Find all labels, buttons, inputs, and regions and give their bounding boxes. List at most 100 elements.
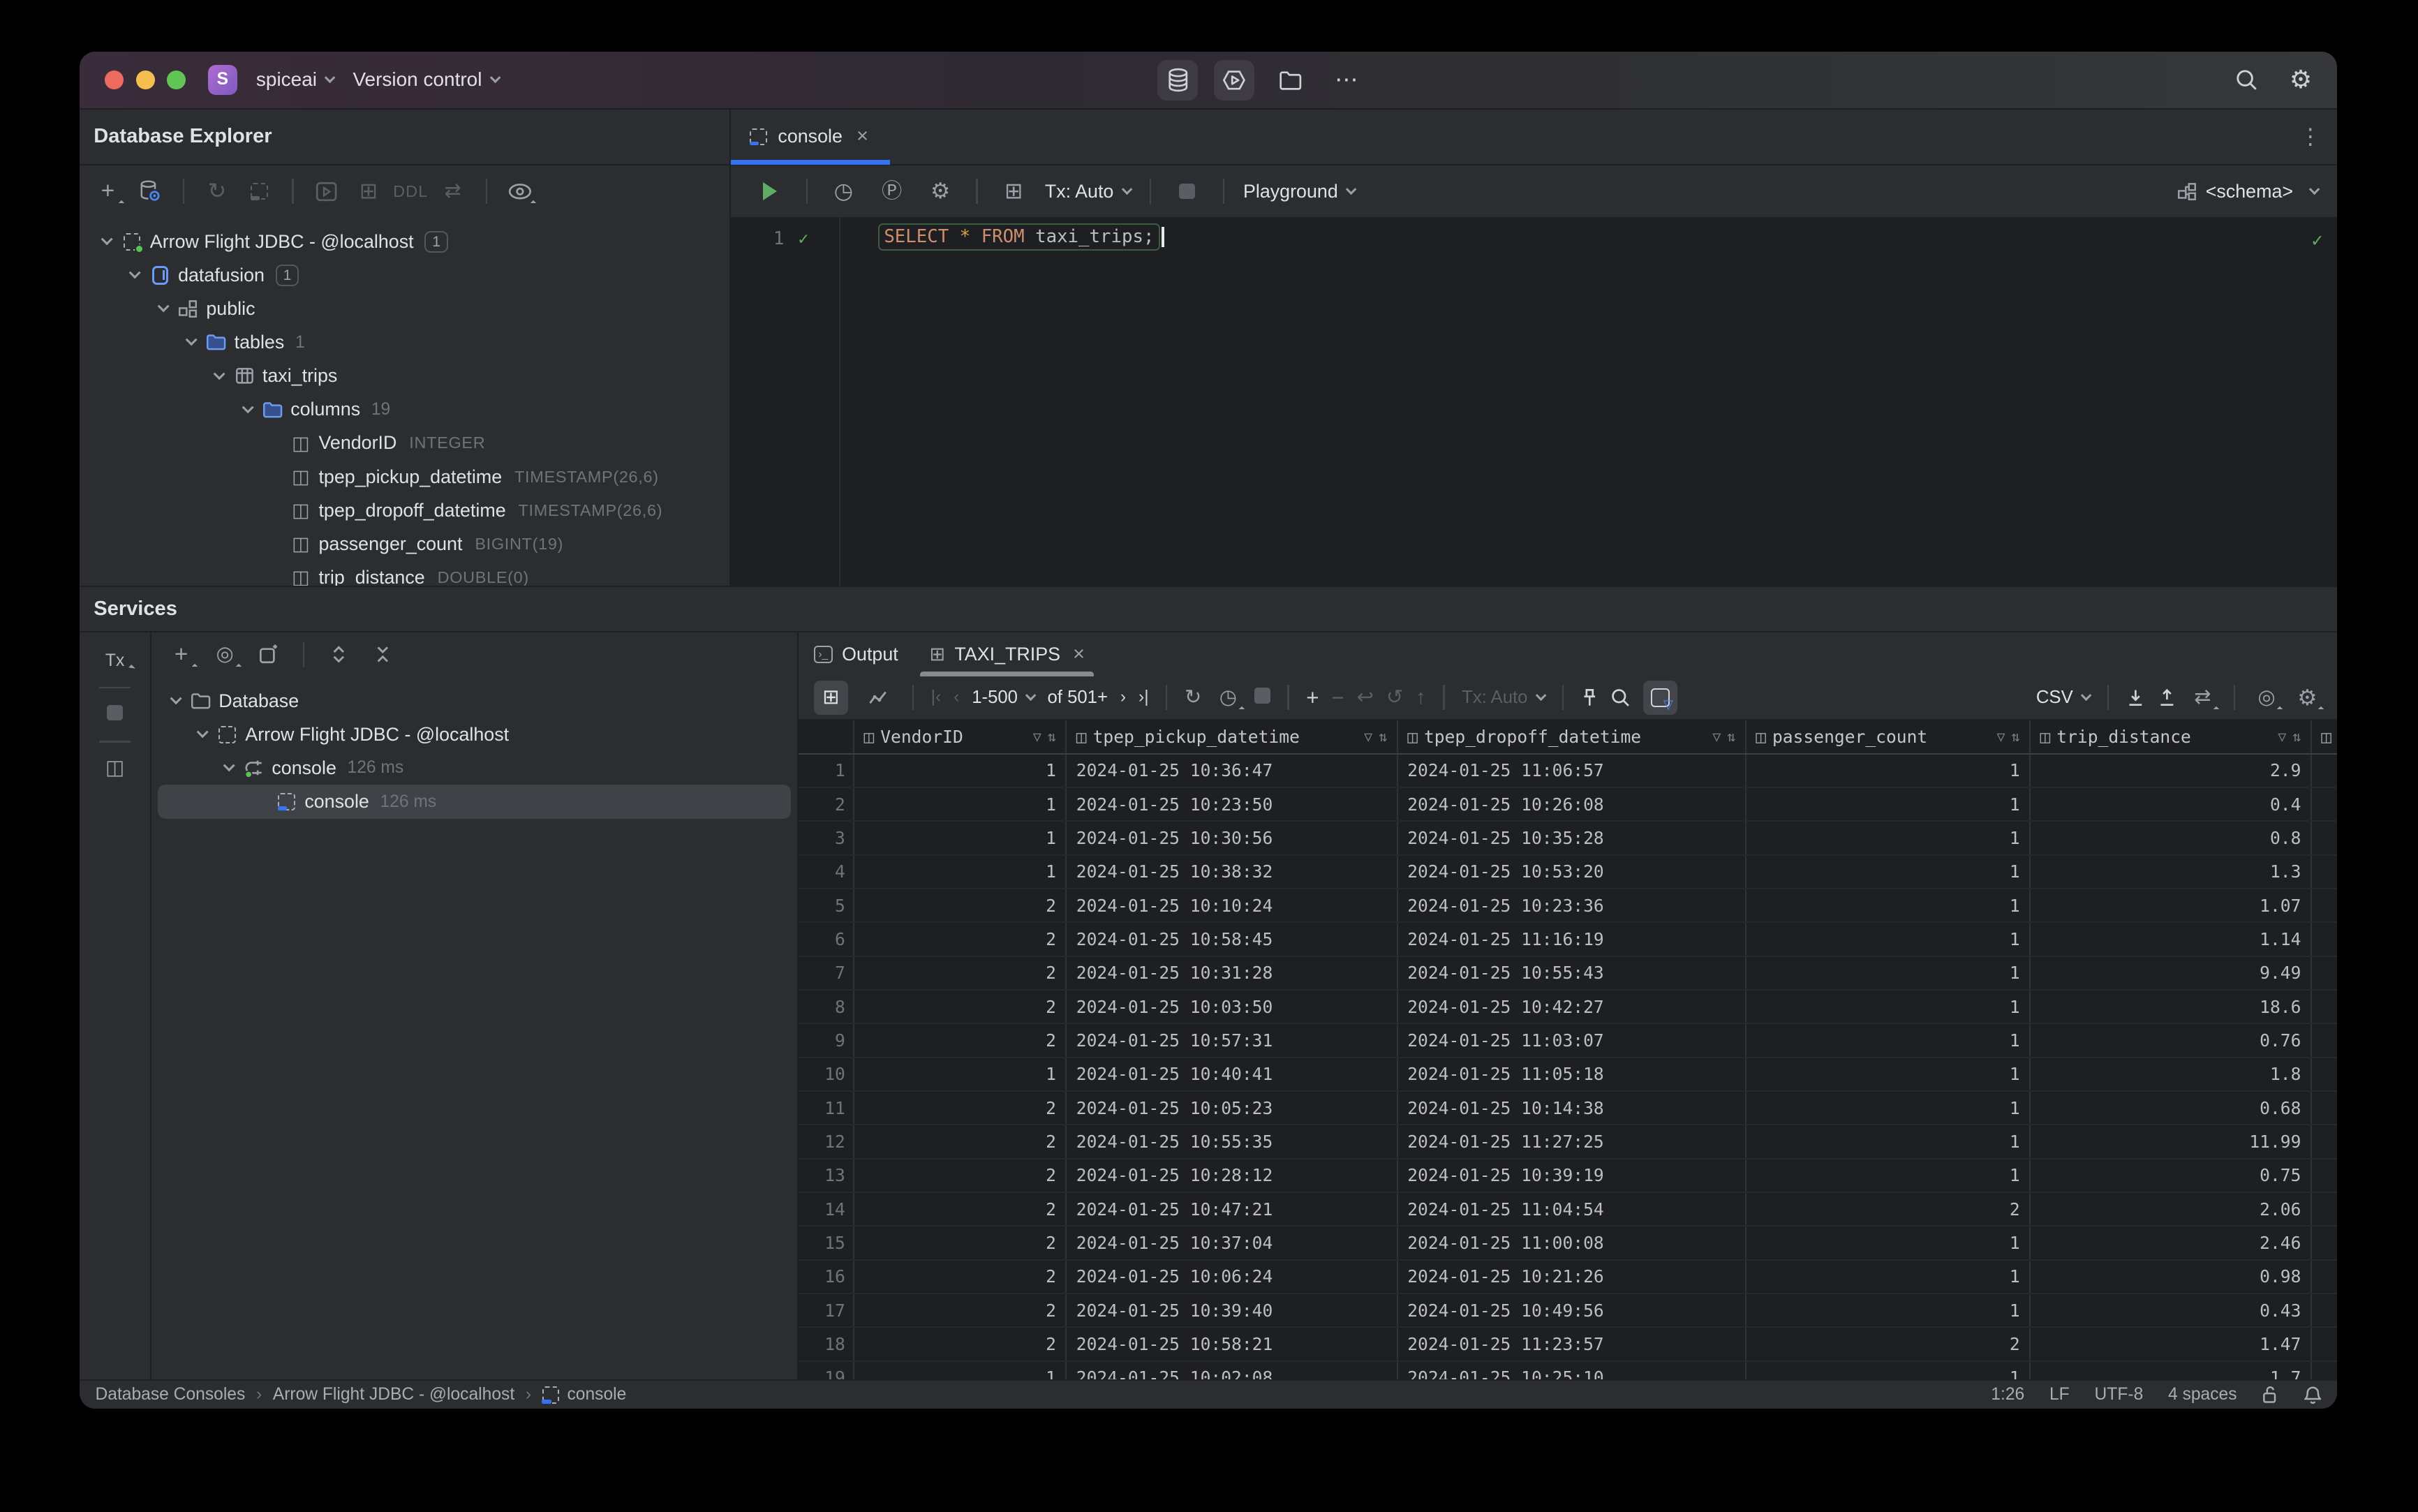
cell[interactable]: 2024-01-25 10:49:56 bbox=[1398, 1294, 1746, 1327]
first-page-button[interactable]: |‹ bbox=[931, 688, 942, 706]
table-row[interactable]: 13 2 2024-01-25 10:28:12 2024-01-25 10:39:1… bbox=[798, 1159, 2337, 1194]
schema-selector[interactable]: <schema> bbox=[2177, 181, 2320, 202]
stop-query-button[interactable] bbox=[1254, 687, 1270, 709]
cell[interactable]: 2 bbox=[854, 1193, 1067, 1226]
next-page-button[interactable]: › bbox=[1120, 688, 1126, 706]
open-in-new-tab-button[interactable] bbox=[255, 640, 283, 668]
export-data-button[interactable] bbox=[2126, 688, 2145, 707]
chevron-expanded-icon[interactable] bbox=[236, 401, 260, 414]
cell[interactable]: 2 bbox=[854, 1226, 1067, 1259]
cell[interactable]: 1 bbox=[1746, 1226, 2031, 1259]
previous-page-button[interactable]: ‹ bbox=[954, 688, 959, 706]
cell[interactable]: 2024-01-25 10:58:45 bbox=[1067, 923, 1398, 956]
execute-button[interactable] bbox=[753, 175, 787, 209]
cell[interactable] bbox=[2312, 1362, 2337, 1379]
cell[interactable] bbox=[2312, 1159, 2337, 1192]
table-editor-button[interactable]: ⊞ bbox=[355, 177, 383, 205]
run-sql-script-button[interactable] bbox=[312, 177, 340, 205]
close-tab-icon[interactable]: × bbox=[856, 125, 868, 148]
table-row[interactable]: 15 2 2024-01-25 10:37:04 2024-01-25 11:00:0… bbox=[798, 1226, 2337, 1261]
ddl-button[interactable]: DDL bbox=[393, 177, 427, 205]
cell[interactable]: 2024-01-25 11:03:07 bbox=[1398, 1024, 1746, 1057]
breadcrumb-database-consoles[interactable]: Database Consoles bbox=[96, 1385, 246, 1404]
tree-item-vendorid[interactable]: ◫ VendorID INTEGER bbox=[80, 427, 729, 460]
tab-taxi-trips[interactable]: ⊞ TAXI_TRIPS × bbox=[914, 632, 1100, 676]
result-grid[interactable]: ◫ VendorID ▽ ⇅ ◫ tpep_pickup_datetime ▽ ⇅ ◫ tpep_… bbox=[798, 720, 2337, 1379]
tree-item-arrow-flight-jdbc-localhost[interactable]: Arrow Flight JDBC - @localhost bbox=[151, 718, 796, 751]
cell[interactable]: 2024-01-25 10:53:20 bbox=[1398, 855, 1746, 889]
cell[interactable]: 2 bbox=[854, 1092, 1067, 1125]
cell[interactable]: 1 bbox=[1746, 1024, 2031, 1057]
cell[interactable] bbox=[2312, 1261, 2337, 1293]
undo-button[interactable]: ↩ bbox=[1357, 687, 1374, 708]
cell[interactable]: 1.8 bbox=[2031, 1058, 2312, 1091]
cell[interactable]: 1 bbox=[854, 1058, 1067, 1091]
table-row[interactable]: 18 2 2024-01-25 10:58:21 2024-01-25 11:23:5… bbox=[798, 1328, 2337, 1362]
cell[interactable] bbox=[2312, 856, 2337, 888]
cell[interactable]: 9.49 bbox=[2031, 956, 2312, 990]
cell[interactable]: 1.14 bbox=[2031, 923, 2312, 956]
tree-item-tpep-dropoff-datetime[interactable]: ◫ tpep_dropoff_datetime TIMESTAMP(26,6) bbox=[80, 494, 729, 527]
cell[interactable]: 0.76 bbox=[2031, 1024, 2312, 1057]
cell[interactable]: 2024-01-25 10:38:32 bbox=[1067, 855, 1398, 889]
cell[interactable]: 2024-01-25 11:05:18 bbox=[1398, 1058, 1746, 1091]
cell[interactable]: 0.4 bbox=[2031, 788, 2312, 821]
editor-options-button[interactable]: ⋮ bbox=[2299, 124, 2321, 149]
table-row[interactable]: 5 2 2024-01-25 10:10:24 2024-01-25 10:23:36… bbox=[798, 889, 2337, 924]
cell[interactable]: 1 bbox=[1746, 1260, 2031, 1294]
cell[interactable]: 2 bbox=[854, 1260, 1067, 1294]
add-service-button[interactable]: + bbox=[167, 640, 198, 669]
cell[interactable]: 2024-01-25 10:23:36 bbox=[1398, 889, 1746, 922]
project-files-button[interactable] bbox=[1270, 60, 1310, 101]
chevron-expanded-icon[interactable] bbox=[151, 300, 175, 313]
cell[interactable] bbox=[2312, 957, 2337, 989]
column-header-rate[interactable]: ◫Rate▽⇅ bbox=[2312, 720, 2337, 753]
table-row[interactable]: 16 2 2024-01-25 10:06:24 2024-01-25 10:21:2… bbox=[798, 1260, 2337, 1295]
cell[interactable]: 2024-01-25 10:55:35 bbox=[1067, 1125, 1398, 1158]
results-tx-selector[interactable]: Tx: Auto bbox=[1462, 688, 1547, 708]
run-configurations-button[interactable] bbox=[1213, 60, 1254, 101]
database-tool-button[interactable] bbox=[1157, 60, 1199, 101]
cell[interactable]: 11.99 bbox=[2031, 1125, 2312, 1158]
cell[interactable]: 2024-01-25 10:37:04 bbox=[1067, 1226, 1398, 1259]
delete-row-button[interactable]: − bbox=[1331, 686, 1344, 709]
cell[interactable]: 2024-01-25 10:14:38 bbox=[1398, 1092, 1746, 1125]
table-row[interactable]: 11 2 2024-01-25 10:05:23 2024-01-25 10:14:3… bbox=[798, 1092, 2337, 1126]
vcs-menu[interactable]: Version control bbox=[353, 68, 501, 91]
line-ending-indicator[interactable]: LF bbox=[2049, 1385, 2070, 1404]
table-row[interactable]: 1 1 2024-01-25 10:36:47 2024-01-25 11:06:57… bbox=[798, 754, 2337, 789]
cell[interactable]: 2024-01-25 10:03:50 bbox=[1067, 991, 1398, 1023]
tree-item-public[interactable]: public bbox=[80, 292, 729, 325]
compare-button[interactable]: ⇄ bbox=[439, 177, 467, 205]
breadcrumb-datasource[interactable]: Arrow Flight JDBC - @localhost bbox=[273, 1385, 514, 1404]
more-tool-windows-button[interactable]: ⋯ bbox=[1326, 60, 1367, 101]
column-header-passenger_count[interactable]: ◫ passenger_count ▽ ⇅ bbox=[1746, 720, 2031, 753]
cell[interactable]: 1 bbox=[1746, 855, 2031, 889]
cell[interactable]: 2 bbox=[854, 956, 1067, 990]
cell[interactable]: 2.46 bbox=[2031, 1226, 2312, 1259]
filter-funnel-icon[interactable]: ▽ bbox=[1996, 728, 2005, 745]
reload-page-button[interactable]: ↻ bbox=[1185, 687, 1201, 708]
cell[interactable]: 1 bbox=[854, 822, 1067, 854]
cell[interactable] bbox=[2312, 889, 2337, 921]
cell[interactable]: 1 bbox=[1746, 1294, 2031, 1327]
project-selector[interactable]: spiceai bbox=[256, 68, 336, 91]
cell[interactable]: 2024-01-25 11:23:57 bbox=[1398, 1328, 1746, 1361]
cell[interactable]: 2024-01-25 10:40:41 bbox=[1067, 1058, 1398, 1091]
console-settings-button[interactable]: ⚙ bbox=[923, 175, 957, 209]
grid-view-button[interactable]: ⊞ bbox=[813, 680, 849, 715]
cell[interactable]: 1 bbox=[854, 1361, 1067, 1379]
table-row[interactable]: 17 2 2024-01-25 10:39:40 2024-01-25 10:49:5… bbox=[798, 1294, 2337, 1328]
cell[interactable]: 2024-01-25 10:39:40 bbox=[1067, 1294, 1398, 1327]
cell[interactable]: 1 bbox=[1746, 991, 2031, 1023]
export-format-selector[interactable]: CSV bbox=[2036, 688, 2092, 708]
caret-position[interactable]: 1:26 bbox=[1991, 1385, 2024, 1404]
sort-icon[interactable]: ⇅ bbox=[2292, 728, 2301, 745]
tab-output[interactable]: ›_ Output bbox=[799, 632, 914, 676]
cell[interactable] bbox=[2312, 1294, 2337, 1326]
notifications-button[interactable] bbox=[2304, 1386, 2322, 1404]
chevron-expanded-icon[interactable] bbox=[96, 233, 119, 246]
cell[interactable]: 2 bbox=[854, 1328, 1067, 1361]
sort-icon[interactable]: ⇅ bbox=[1048, 728, 1056, 745]
cell[interactable]: 1 bbox=[854, 788, 1067, 821]
